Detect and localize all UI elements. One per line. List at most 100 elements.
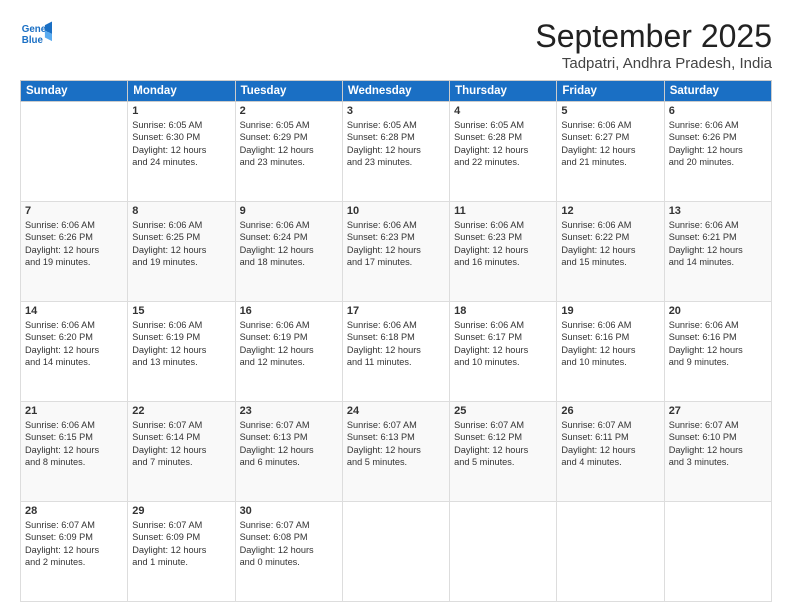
day-number: 22 — [132, 405, 230, 417]
cell-info: Sunrise: 6:05 AM Sunset: 6:29 PM Dayligh… — [240, 119, 338, 169]
calendar-cell: 14 Sunrise: 6:06 AM Sunset: 6:20 PM Dayli… — [21, 302, 128, 402]
cell-info: Sunrise: 6:06 AM Sunset: 6:18 PM Dayligh… — [347, 319, 445, 369]
calendar-header-sunday: Sunday — [21, 81, 128, 102]
cell-info: Sunrise: 6:06 AM Sunset: 6:15 PM Dayligh… — [25, 419, 123, 469]
calendar-header-thursday: Thursday — [450, 81, 557, 102]
calendar-cell — [450, 502, 557, 602]
day-number: 24 — [347, 405, 445, 417]
day-number: 25 — [454, 405, 552, 417]
day-number: 9 — [240, 205, 338, 217]
calendar-cell — [21, 102, 128, 202]
cell-info: Sunrise: 6:06 AM Sunset: 6:20 PM Dayligh… — [25, 319, 123, 369]
day-number: 15 — [132, 305, 230, 317]
cell-info: Sunrise: 6:07 AM Sunset: 6:08 PM Dayligh… — [240, 519, 338, 569]
calendar-cell: 30 Sunrise: 6:07 AM Sunset: 6:08 PM Dayli… — [235, 502, 342, 602]
month-title: September 2025 — [535, 18, 772, 55]
calendar-cell: 6 Sunrise: 6:06 AM Sunset: 6:26 PM Daylig… — [664, 102, 771, 202]
day-number: 23 — [240, 405, 338, 417]
calendar-cell — [557, 502, 664, 602]
cell-info: Sunrise: 6:06 AM Sunset: 6:22 PM Dayligh… — [561, 219, 659, 269]
calendar-cell — [664, 502, 771, 602]
calendar-cell: 11 Sunrise: 6:06 AM Sunset: 6:23 PM Dayli… — [450, 202, 557, 302]
calendar-cell: 1 Sunrise: 6:05 AM Sunset: 6:30 PM Daylig… — [128, 102, 235, 202]
day-number: 11 — [454, 205, 552, 217]
calendar-cell: 21 Sunrise: 6:06 AM Sunset: 6:15 PM Dayli… — [21, 402, 128, 502]
calendar-cell: 24Sunrise: 6:07 AM Sunset: 6:13 PM Dayli… — [342, 402, 449, 502]
cell-info: Sunrise: 6:06 AM Sunset: 6:27 PM Dayligh… — [561, 119, 659, 169]
cell-info: Sunrise: 6:06 AM Sunset: 6:17 PM Dayligh… — [454, 319, 552, 369]
cell-info: Sunrise: 6:05 AM Sunset: 6:28 PM Dayligh… — [347, 119, 445, 169]
day-number: 18 — [454, 305, 552, 317]
calendar-cell: 18 Sunrise: 6:06 AM Sunset: 6:17 PM Dayli… — [450, 302, 557, 402]
calendar-cell: 25Sunrise: 6:07 AM Sunset: 6:12 PM Dayli… — [450, 402, 557, 502]
calendar-cell: 5 Sunrise: 6:06 AM Sunset: 6:27 PM Daylig… — [557, 102, 664, 202]
day-number: 20 — [669, 305, 767, 317]
calendar-cell: 8 Sunrise: 6:06 AM Sunset: 6:25 PM Daylig… — [128, 202, 235, 302]
day-number: 7 — [25, 205, 123, 217]
day-number: 30 — [240, 505, 338, 517]
title-block: September 2025 Tadpatri, Andhra Pradesh,… — [535, 18, 772, 72]
cell-info: Sunrise: 6:06 AM Sunset: 6:21 PM Dayligh… — [669, 219, 767, 269]
calendar-cell: 4 Sunrise: 6:05 AM Sunset: 6:28 PM Daylig… — [450, 102, 557, 202]
day-number: 16 — [240, 305, 338, 317]
day-number: 6 — [669, 105, 767, 117]
day-number: 21 — [25, 405, 123, 417]
cell-info: Sunrise: 6:07 AM Sunset: 6:14 PM Dayligh… — [132, 419, 230, 469]
cell-info: Sunrise: 6:07 AM Sunset: 6:10 PM Dayligh… — [669, 419, 767, 469]
cell-info: Sunrise: 6:05 AM Sunset: 6:28 PM Dayligh… — [454, 119, 552, 169]
cell-info: Sunrise: 6:06 AM Sunset: 6:19 PM Dayligh… — [240, 319, 338, 369]
calendar-cell: 22 Sunrise: 6:07 AM Sunset: 6:14 PM Dayli… — [128, 402, 235, 502]
calendar-cell — [342, 502, 449, 602]
day-number: 2 — [240, 105, 338, 117]
cell-info: Sunrise: 6:05 AM Sunset: 6:30 PM Dayligh… — [132, 119, 230, 169]
cell-info: Sunrise: 6:06 AM Sunset: 6:19 PM Dayligh… — [132, 319, 230, 369]
cell-info: Sunrise: 6:07 AM Sunset: 6:09 PM Dayligh… — [25, 519, 123, 569]
cell-info: Sunrise: 6:06 AM Sunset: 6:16 PM Dayligh… — [561, 319, 659, 369]
calendar-cell: 20Sunrise: 6:06 AM Sunset: 6:16 PM Dayli… — [664, 302, 771, 402]
calendar-table: SundayMondayTuesdayWednesdayThursdayFrid… — [20, 80, 772, 602]
calendar-cell: 2 Sunrise: 6:05 AM Sunset: 6:29 PM Daylig… — [235, 102, 342, 202]
calendar-header-monday: Monday — [128, 81, 235, 102]
cell-info: Sunrise: 6:06 AM Sunset: 6:26 PM Dayligh… — [669, 119, 767, 169]
calendar-cell: 9 Sunrise: 6:06 AM Sunset: 6:24 PM Daylig… — [235, 202, 342, 302]
calendar-cell: 16 Sunrise: 6:06 AM Sunset: 6:19 PM Dayli… — [235, 302, 342, 402]
calendar-cell: 13 Sunrise: 6:06 AM Sunset: 6:21 PM Dayli… — [664, 202, 771, 302]
calendar-cell: 23 Sunrise: 6:07 AM Sunset: 6:13 PM Dayli… — [235, 402, 342, 502]
calendar-cell: 28 Sunrise: 6:07 AM Sunset: 6:09 PM Dayli… — [21, 502, 128, 602]
calendar-cell: 27 Sunrise: 6:07 AM Sunset: 6:10 PM Dayli… — [664, 402, 771, 502]
day-number: 1 — [132, 105, 230, 117]
day-number: 8 — [132, 205, 230, 217]
day-number: 12 — [561, 205, 659, 217]
day-number: 14 — [25, 305, 123, 317]
day-number: 4 — [454, 105, 552, 117]
cell-info: Sunrise: 6:06 AM Sunset: 6:23 PM Dayligh… — [454, 219, 552, 269]
cell-info: Sunrise: 6:06 AM Sunset: 6:23 PM Dayligh… — [347, 219, 445, 269]
cell-info: Sunrise: 6:07 AM Sunset: 6:13 PM Dayligh… — [240, 419, 338, 469]
calendar-cell: 12 Sunrise: 6:06 AM Sunset: 6:22 PM Dayli… — [557, 202, 664, 302]
calendar-cell: 26 Sunrise: 6:07 AM Sunset: 6:11 PM Dayli… — [557, 402, 664, 502]
logo: General Blue — [20, 18, 52, 50]
calendar-cell: 19 Sunrise: 6:06 AM Sunset: 6:16 PM Dayli… — [557, 302, 664, 402]
calendar-cell: 3 Sunrise: 6:05 AM Sunset: 6:28 PM Daylig… — [342, 102, 449, 202]
calendar-header-saturday: Saturday — [664, 81, 771, 102]
day-number: 28 — [25, 505, 123, 517]
day-number: 5 — [561, 105, 659, 117]
location-title: Tadpatri, Andhra Pradesh, India — [535, 55, 772, 72]
cell-info: Sunrise: 6:07 AM Sunset: 6:11 PM Dayligh… — [561, 419, 659, 469]
calendar-header-tuesday: Tuesday — [235, 81, 342, 102]
day-number: 10 — [347, 205, 445, 217]
day-number: 19 — [561, 305, 659, 317]
calendar-header-wednesday: Wednesday — [342, 81, 449, 102]
calendar-header-friday: Friday — [557, 81, 664, 102]
calendar-cell: 17Sunrise: 6:06 AM Sunset: 6:18 PM Dayli… — [342, 302, 449, 402]
calendar-cell: 10 Sunrise: 6:06 AM Sunset: 6:23 PM Dayli… — [342, 202, 449, 302]
cell-info: Sunrise: 6:06 AM Sunset: 6:25 PM Dayligh… — [132, 219, 230, 269]
day-number: 27 — [669, 405, 767, 417]
day-number: 13 — [669, 205, 767, 217]
cell-info: Sunrise: 6:07 AM Sunset: 6:09 PM Dayligh… — [132, 519, 230, 569]
day-number: 26 — [561, 405, 659, 417]
day-number: 3 — [347, 105, 445, 117]
cell-info: Sunrise: 6:06 AM Sunset: 6:26 PM Dayligh… — [25, 219, 123, 269]
calendar-cell: 15 Sunrise: 6:06 AM Sunset: 6:19 PM Dayli… — [128, 302, 235, 402]
cell-info: Sunrise: 6:06 AM Sunset: 6:24 PM Dayligh… — [240, 219, 338, 269]
